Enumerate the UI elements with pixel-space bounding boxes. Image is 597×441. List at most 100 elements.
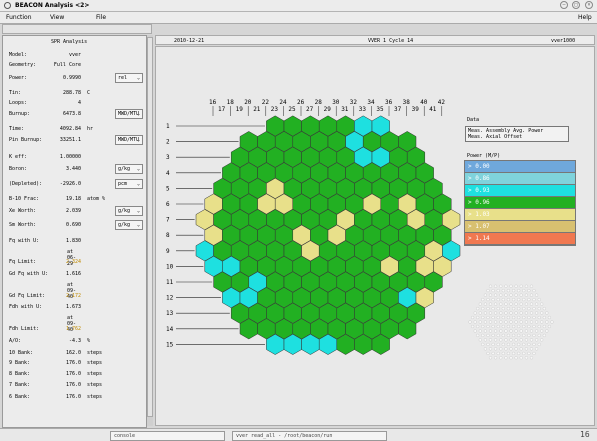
mini-core-cell bbox=[522, 307, 526, 311]
mini-core-cell bbox=[504, 293, 508, 297]
mini-core-cell bbox=[473, 311, 477, 315]
taskbar: console vver read_all - /root/beacon/run… bbox=[0, 428, 597, 441]
mini-core-cell bbox=[540, 329, 544, 333]
mini-core-cell bbox=[499, 302, 503, 306]
mini-core-cell bbox=[488, 347, 493, 351]
mini-core-cell bbox=[501, 342, 505, 346]
row-label: 11 bbox=[166, 279, 174, 286]
mini-core-cell bbox=[499, 347, 503, 351]
row-label: 2 bbox=[166, 139, 170, 146]
mini-core-cell bbox=[483, 311, 487, 315]
mini-core-cell bbox=[509, 338, 513, 342]
mini-core-cell bbox=[509, 329, 513, 333]
row-label: 5 bbox=[166, 185, 170, 192]
mini-core-cell bbox=[511, 333, 516, 337]
mini-core-cell bbox=[522, 342, 526, 346]
mini-core-cell bbox=[491, 315, 495, 320]
mini-core-cell bbox=[481, 315, 485, 320]
mini-core-cell bbox=[504, 311, 508, 315]
mini-core-cell bbox=[501, 351, 505, 355]
mini-core-cell bbox=[509, 284, 513, 288]
mini-core-cell bbox=[501, 333, 505, 337]
mini-core-cell bbox=[514, 311, 518, 315]
column-label: 22 bbox=[262, 99, 270, 106]
mini-core-cell bbox=[519, 338, 523, 342]
row-label: 3 bbox=[166, 154, 170, 161]
mini-core-cell bbox=[486, 324, 490, 329]
mini-core-cell bbox=[499, 320, 503, 324]
power-legend-item: > 0.86 bbox=[465, 173, 575, 185]
mini-core-cell bbox=[540, 338, 544, 342]
mini-core-cell bbox=[514, 284, 518, 288]
mini-core-cell bbox=[529, 356, 534, 360]
column-label: 35 bbox=[376, 106, 384, 113]
mini-core-cell bbox=[524, 302, 528, 306]
mini-core-cell bbox=[519, 347, 523, 351]
mini-core-cell bbox=[488, 320, 493, 324]
mini-core-cell bbox=[504, 347, 508, 351]
mini-core-cell bbox=[532, 307, 536, 311]
column-label: 40 bbox=[420, 99, 428, 106]
mini-core-cell bbox=[476, 333, 480, 337]
power-legend-item: > 0.96 bbox=[465, 197, 575, 209]
mini-core-cell bbox=[501, 315, 505, 320]
power-legend-item: > 1.07 bbox=[465, 221, 575, 233]
mini-core-cell bbox=[547, 324, 551, 329]
mini-core-cell bbox=[501, 289, 505, 293]
row-label: 13 bbox=[166, 310, 174, 317]
data-legend: Meas. Assembly Avg. Power Meas. Axial Of… bbox=[465, 126, 569, 142]
mini-core-cell bbox=[496, 315, 500, 320]
mini-core-cell bbox=[491, 351, 495, 355]
column-label: 31 bbox=[341, 106, 349, 113]
mini-core-cell bbox=[488, 293, 493, 297]
column-label: 17 bbox=[218, 106, 226, 113]
mini-core-cell bbox=[499, 284, 503, 288]
mini-core-cell bbox=[527, 342, 531, 346]
column-label: 32 bbox=[350, 99, 358, 106]
column-label: 41 bbox=[429, 106, 437, 113]
mini-core-cell bbox=[494, 329, 498, 333]
mini-core-cell bbox=[494, 302, 498, 306]
mini-core-cell bbox=[550, 320, 554, 324]
mini-core-cell bbox=[524, 347, 528, 351]
mini-core-cell bbox=[468, 320, 472, 324]
mini-core-cell bbox=[519, 302, 523, 306]
mini-core-cell bbox=[529, 329, 534, 333]
mini-core-cell bbox=[488, 302, 493, 306]
mini-core-cell bbox=[542, 333, 546, 337]
power-legend-item: > 1.03 bbox=[465, 209, 575, 221]
mini-core-cell bbox=[527, 324, 531, 329]
mini-core-cell bbox=[514, 329, 518, 333]
power-legend-title: Power (M/P) bbox=[467, 153, 501, 159]
column-label: 23 bbox=[271, 106, 279, 113]
mini-core-cell bbox=[481, 342, 485, 346]
mini-core-cell bbox=[532, 289, 536, 293]
mini-core-cell bbox=[483, 347, 487, 351]
column-label: 25 bbox=[288, 106, 296, 113]
column-label: 24 bbox=[279, 99, 287, 106]
mini-core-cell bbox=[532, 324, 536, 329]
mini-core-cell bbox=[499, 311, 503, 315]
mini-core-cell bbox=[509, 293, 513, 297]
column-label: 33 bbox=[359, 106, 367, 113]
mini-core-cell bbox=[519, 284, 523, 288]
mini-core-cell bbox=[529, 338, 534, 342]
mini-core-cell bbox=[496, 333, 500, 337]
mini-core-cell bbox=[501, 324, 505, 329]
data-legend-title: Data bbox=[467, 117, 480, 123]
mini-core-cell bbox=[506, 307, 510, 311]
mini-core-cell bbox=[504, 338, 508, 342]
mini-core-cell bbox=[491, 307, 495, 311]
mini-core-cell bbox=[478, 311, 482, 315]
mini-core-cell bbox=[542, 315, 546, 320]
mini-core-cell bbox=[547, 315, 551, 320]
row-label: 8 bbox=[166, 232, 170, 239]
mini-core-cell bbox=[537, 324, 541, 329]
mini-core-cell bbox=[511, 307, 516, 311]
mini-core-cell bbox=[517, 351, 521, 355]
mini-core-cell bbox=[481, 333, 485, 337]
mini-core-cell bbox=[511, 351, 516, 355]
mini-core-cell bbox=[509, 311, 513, 315]
mini-core-cell bbox=[517, 333, 521, 337]
mini-core-cell bbox=[494, 356, 498, 360]
